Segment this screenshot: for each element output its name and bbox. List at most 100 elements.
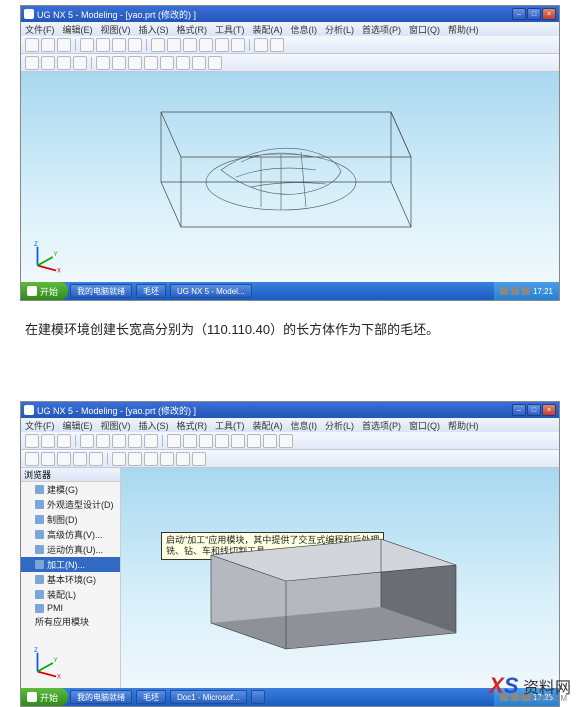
toolbar-button[interactable] [80, 434, 94, 448]
toolbar-button[interactable] [57, 434, 71, 448]
menu-info[interactable]: 信息(I) [291, 23, 318, 36]
menu-view[interactable]: 视图(V) [101, 419, 131, 432]
close-button[interactable]: × [542, 404, 556, 416]
toolbar-button[interactable] [25, 56, 39, 70]
toolbar-button[interactable] [176, 56, 190, 70]
menu-item-assembly[interactable]: 装配(L) [21, 587, 120, 602]
menu-tools[interactable]: 工具(T) [215, 23, 245, 36]
minimize-button[interactable]: – [512, 8, 526, 20]
menu-analysis[interactable]: 分析(L) [325, 419, 354, 432]
start-button[interactable]: 开始 [21, 688, 68, 706]
task-item[interactable] [251, 690, 265, 704]
toolbar-button[interactable] [112, 434, 126, 448]
toolbar-button[interactable] [192, 56, 206, 70]
menu-window[interactable]: 窗口(Q) [409, 419, 440, 432]
minimize-button[interactable]: – [512, 404, 526, 416]
panel-tabs[interactable]: 浏览器 [21, 468, 120, 482]
menu-insert[interactable]: 插入(S) [139, 419, 169, 432]
task-item[interactable]: 毛坯 [136, 284, 166, 298]
toolbar-button[interactable] [254, 38, 268, 52]
toolbar-button[interactable] [231, 434, 245, 448]
toolbar-button[interactable] [183, 434, 197, 448]
toolbar-button[interactable] [96, 38, 110, 52]
toolbar-button[interactable] [96, 434, 110, 448]
toolbar-button[interactable] [128, 452, 142, 466]
toolbar-button[interactable] [73, 56, 87, 70]
menu-edit[interactable]: 编辑(E) [63, 23, 93, 36]
menu-item-adv-sim[interactable]: 高级仿真(V)... [21, 527, 120, 542]
menu-item-gateway[interactable]: 基本环境(G) [21, 572, 120, 587]
toolbar-button[interactable] [215, 38, 229, 52]
toolbar-button[interactable] [57, 56, 71, 70]
task-item[interactable]: Doc1 - Microsof... [170, 690, 247, 704]
task-item[interactable]: UG NX 5 - Model... [170, 284, 252, 298]
tray-icon[interactable] [511, 287, 519, 295]
menu-window[interactable]: 窗口(Q) [409, 23, 440, 36]
menu-item-modeling[interactable]: 建模(G) [21, 482, 120, 497]
toolbar-button[interactable] [96, 56, 110, 70]
toolbar-button[interactable] [41, 452, 55, 466]
toolbar-button[interactable] [41, 56, 55, 70]
menu-format[interactable]: 格式(R) [177, 23, 208, 36]
toolbar-button[interactable] [112, 38, 126, 52]
menu-item-manufacturing[interactable]: 加工(N)... [21, 557, 120, 572]
toolbar-button[interactable] [144, 434, 158, 448]
maximize-button[interactable]: □ [527, 8, 541, 20]
menu-file[interactable]: 文件(F) [25, 23, 55, 36]
toolbar-button[interactable] [263, 434, 277, 448]
toolbar-button[interactable] [167, 434, 181, 448]
maximize-button[interactable]: □ [527, 404, 541, 416]
toolbar-button[interactable] [160, 452, 174, 466]
toolbar-button[interactable] [151, 38, 165, 52]
menu-item-all-apps[interactable]: 所有应用模块 [21, 614, 120, 629]
system-tray[interactable]: 17:21 [494, 282, 559, 300]
menu-view[interactable]: 视图(V) [101, 23, 131, 36]
toolbar-button[interactable] [89, 452, 103, 466]
menu-edit[interactable]: 编辑(E) [63, 419, 93, 432]
toolbar-button[interactable] [270, 38, 284, 52]
menu-item-drafting[interactable]: 制图(D) [21, 512, 120, 527]
toolbar-button[interactable] [279, 434, 293, 448]
toolbar-button[interactable] [183, 38, 197, 52]
toolbar-button[interactable] [167, 38, 181, 52]
toolbar-button[interactable] [160, 56, 174, 70]
tray-icon[interactable] [500, 287, 508, 295]
toolbar-button[interactable] [73, 452, 87, 466]
task-item[interactable]: 我的电脑就绪 [70, 284, 132, 298]
toolbar-button[interactable] [128, 38, 142, 52]
toolbar-button[interactable] [247, 434, 261, 448]
menu-assembly[interactable]: 装配(A) [253, 23, 283, 36]
3d-viewport[interactable]: Z X Y [21, 72, 559, 282]
menu-assembly[interactable]: 装配(A) [253, 419, 283, 432]
toolbar-button[interactable] [192, 452, 206, 466]
toolbar-button[interactable] [57, 38, 71, 52]
menu-format[interactable]: 格式(R) [177, 419, 208, 432]
toolbar-button[interactable] [25, 38, 39, 52]
menu-prefs[interactable]: 首选项(P) [362, 23, 401, 36]
start-button[interactable]: 开始 [21, 282, 68, 300]
menu-analysis[interactable]: 分析(L) [325, 23, 354, 36]
toolbar-button[interactable] [80, 38, 94, 52]
menu-item-motion[interactable]: 运动仿真(U)... [21, 542, 120, 557]
task-item[interactable]: 我的电脑就绪 [70, 690, 132, 704]
tab-browser[interactable]: 浏览器 [24, 468, 51, 481]
tray-icon[interactable] [522, 287, 530, 295]
menu-tools[interactable]: 工具(T) [215, 419, 245, 432]
toolbar-button[interactable] [112, 56, 126, 70]
toolbar-button[interactable] [144, 452, 158, 466]
menu-item-pmi[interactable]: PMI [21, 602, 120, 614]
menu-prefs[interactable]: 首选项(P) [362, 419, 401, 432]
toolbar-button[interactable] [215, 434, 229, 448]
toolbar-button[interactable] [128, 434, 142, 448]
close-button[interactable]: × [542, 8, 556, 20]
menu-insert[interactable]: 插入(S) [139, 23, 169, 36]
toolbar-button[interactable] [41, 434, 55, 448]
menu-file[interactable]: 文件(F) [25, 419, 55, 432]
toolbar-button[interactable] [128, 56, 142, 70]
toolbar-button[interactable] [25, 434, 39, 448]
toolbar-button[interactable] [57, 452, 71, 466]
toolbar-button[interactable] [199, 434, 213, 448]
menu-item-styling[interactable]: 外观造型设计(D) [21, 497, 120, 512]
toolbar-button[interactable] [25, 452, 39, 466]
3d-viewport[interactable]: 浏览器 建模(G) 外观造型设计(D) 制图(D) 高级仿真(V)... 运动仿… [21, 468, 559, 688]
